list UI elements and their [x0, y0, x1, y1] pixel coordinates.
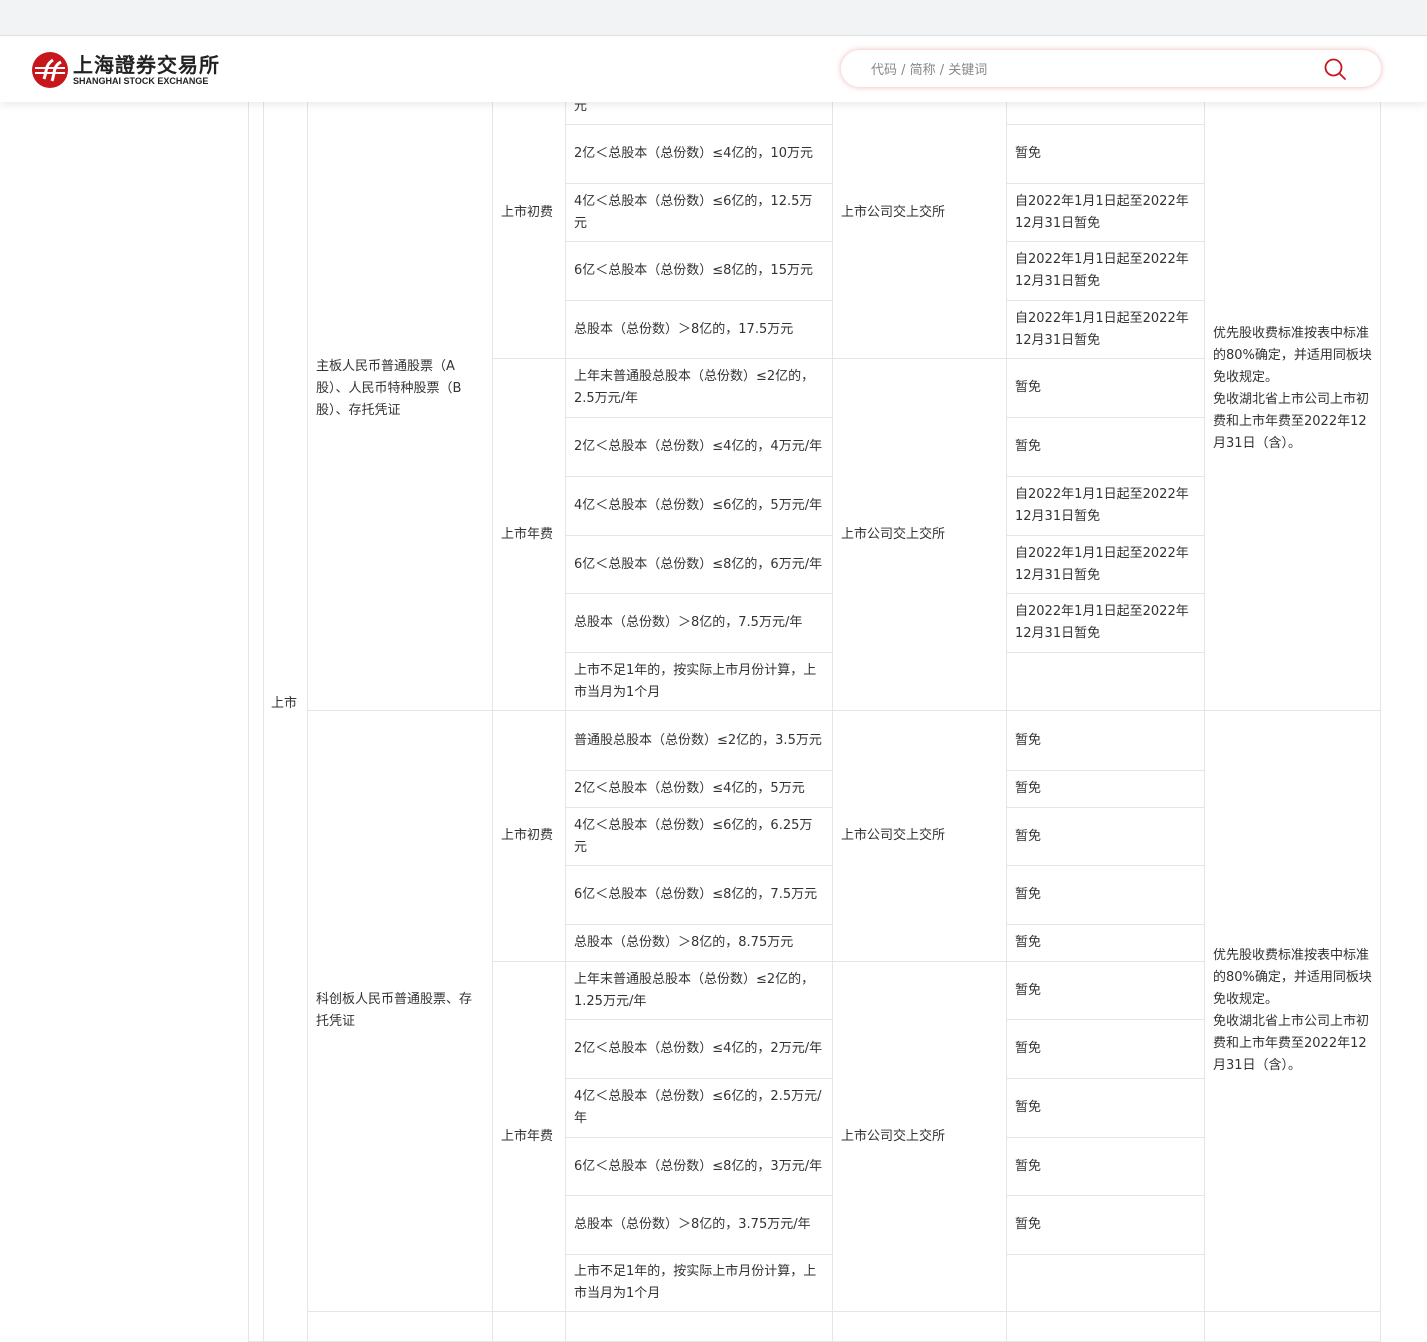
exemption-cell: 暂免 [1006, 770, 1205, 808]
board-cell: 主板人民币普通股票（A股）、人民币特种股票（B股）、存托凭证 [307, 66, 493, 711]
exemption-cell: 暂免 [1006, 124, 1205, 184]
empty-cell [832, 1311, 1007, 1342]
standard-cell: 6亿＜总股本（总份数）≤8亿的，6万元/年 [565, 535, 833, 594]
exemption-cell: 暂免 [1006, 1019, 1205, 1079]
standard-cell: 总股本（总份数）＞8亿的，17.5万元 [565, 300, 833, 359]
standard-cell: 2亿＜总股本（总份数）≤4亿的，10万元 [565, 124, 833, 184]
standard-cell: 4亿＜总股本（总份数）≤6亿的，5万元/年 [565, 476, 833, 536]
standard-cell: 总股本（总份数）＞8亿的，3.75万元/年 [565, 1195, 833, 1255]
exemption-cell: 暂免 [1006, 961, 1205, 1020]
fee-type-cell: 上市年费 [492, 358, 566, 711]
exemption-cell: 暂免 [1006, 1078, 1205, 1138]
category-cell: 上市 [263, 66, 308, 1342]
standard-cell: 4亿＜总股本（总份数）≤6亿的，6.25万元 [565, 807, 833, 866]
table-row: 科创板人民币普通股票、存托凭证 上市初费 普通股总股本（总份数）≤2亿的，3.5万元… [249, 710, 1381, 1312]
fee-type-cell: 上市年费 [492, 961, 566, 1312]
exemption-cell: 自2022年1月1日起至2022年12月31日暂免 [1006, 241, 1205, 301]
exemption-cell: 自2022年1月1日起至2022年12月31日暂免 [1006, 300, 1205, 359]
exemption-cell [1006, 1254, 1205, 1312]
notes-cell: 优先股收费标准按表中标准的80%确定，并适用同板块免收规定。 免收湖北省上市公司上… [1204, 66, 1381, 711]
payer-cell: 上市公司交上交所 [832, 358, 1007, 711]
standard-cell: 总股本（总份数）＞8亿的，8.75万元 [565, 924, 833, 962]
standard-cell: 4亿＜总股本（总份数）≤6亿的，2.5万元/年 [565, 1078, 833, 1138]
browser-top-bar [0, 0, 1427, 36]
standard-cell: 上市不足1年的，按实际上市月份计算，上市当月为1个月 [565, 1254, 833, 1312]
note-text: 优先股收费标准按表中标准的80%确定，并适用同板块免收规定。 [1213, 948, 1372, 1007]
standard-cell: 6亿＜总股本（总份数）≤8亿的，3万元/年 [565, 1137, 833, 1196]
table-row [249, 1311, 1381, 1342]
payer-cell: 上市公司交上交所 [832, 710, 1007, 962]
spacer-cell [248, 66, 264, 1342]
exemption-cell: 暂免 [1006, 1137, 1205, 1196]
exemption-cell: 自2022年1月1日起至2022年12月31日暂免 [1006, 593, 1205, 653]
standard-cell: 4亿＜总股本（总份数）≤6亿的，12.5万元 [565, 183, 833, 242]
empty-cell [307, 1311, 493, 1342]
standard-cell: 上市不足1年的，按实际上市月份计算，上市当月为1个月 [565, 652, 833, 711]
exemption-cell: 暂免 [1006, 710, 1205, 771]
payer-cell: 上市公司交上交所 [832, 961, 1007, 1312]
empty-cell [492, 1311, 566, 1342]
sse-logo-icon [32, 52, 68, 88]
empty-cell [1204, 1311, 1381, 1342]
standard-cell: 总股本（总份数）＞8亿的，7.5万元/年 [565, 593, 833, 653]
standard-cell: 2亿＜总股本（总份数）≤4亿的，5万元 [565, 770, 833, 808]
exemption-cell: 暂免 [1006, 807, 1205, 866]
standard-cell: 普通股总股本（总份数）≤2亿的，3.5万元 [565, 710, 833, 771]
sse-logo[interactable]: 上海證券交易所 SHANGHAI STOCK EXCHANGE [31, 51, 220, 89]
standard-cell: 6亿＜总股本（总份数）≤8亿的，15万元 [565, 241, 833, 301]
exemption-cell [1006, 652, 1205, 711]
empty-cell [1006, 1311, 1205, 1342]
exemption-cell: 自2022年1月1日起至2022年12月31日暂免 [1006, 183, 1205, 242]
empty-cell [565, 1311, 833, 1342]
exemption-cell: 自2022年1月1日起至2022年12月31日暂免 [1006, 476, 1205, 536]
fee-table: 上市 主板人民币普通股票（A股）、人民币特种股票（B股）、存托凭证 上市初费元上市公… [248, 66, 1381, 1342]
note-text: 优先股收费标准按表中标准的80%确定，并适用同板块免收规定。 [1213, 325, 1372, 385]
standard-cell: 上年末普通股总股本（总份数）≤2亿的，1.25万元/年 [565, 961, 833, 1020]
note-text: 免收湖北省上市公司上市初费和上市年费至2022年12月31日（含）。 [1213, 391, 1370, 451]
exemption-cell: 暂免 [1006, 417, 1205, 477]
search-input[interactable] [869, 59, 1313, 81]
search-box [841, 50, 1381, 87]
exemption-cell: 暂免 [1006, 865, 1205, 925]
standard-cell: 2亿＜总股本（总份数）≤4亿的，4万元/年 [565, 417, 833, 477]
logo-chinese-name: 上海證券交易所 [73, 52, 220, 77]
standard-cell: 2亿＜总股本（总份数）≤4亿的，2万元/年 [565, 1019, 833, 1079]
exemption-cell: 暂免 [1006, 358, 1205, 418]
standard-cell: 上年末普通股总股本（总份数）≤2亿的，2.5万元/年 [565, 358, 833, 418]
search-icon[interactable] [1323, 57, 1347, 81]
board-cell: 科创板人民币普通股票、存托凭证 [307, 710, 493, 1312]
standard-cell: 6亿＜总股本（总份数）≤8亿的，7.5万元 [565, 865, 833, 925]
notes-cell: 优先股收费标准按表中标准的80%确定，并适用同板块免收规定。 免收湖北省上市公司上… [1204, 710, 1381, 1312]
fee-type-cell: 上市初费 [492, 710, 566, 962]
logo-english-name: SHANGHAI STOCK EXCHANGE [73, 75, 209, 86]
payer-cell: 上市公司交上交所 [832, 66, 1007, 359]
exemption-cell: 自2022年1月1日起至2022年12月31日暂免 [1006, 535, 1205, 594]
exemption-cell: 暂免 [1006, 1195, 1205, 1255]
site-header: 上海證券交易所 SHANGHAI STOCK EXCHANGE [0, 37, 1427, 102]
note-text: 免收湖北省上市公司上市初费和上市年费至2022年12月31日（含）。 [1213, 1014, 1370, 1073]
exemption-cell: 暂免 [1006, 924, 1205, 962]
fee-type-cell: 上市初费 [492, 66, 566, 359]
